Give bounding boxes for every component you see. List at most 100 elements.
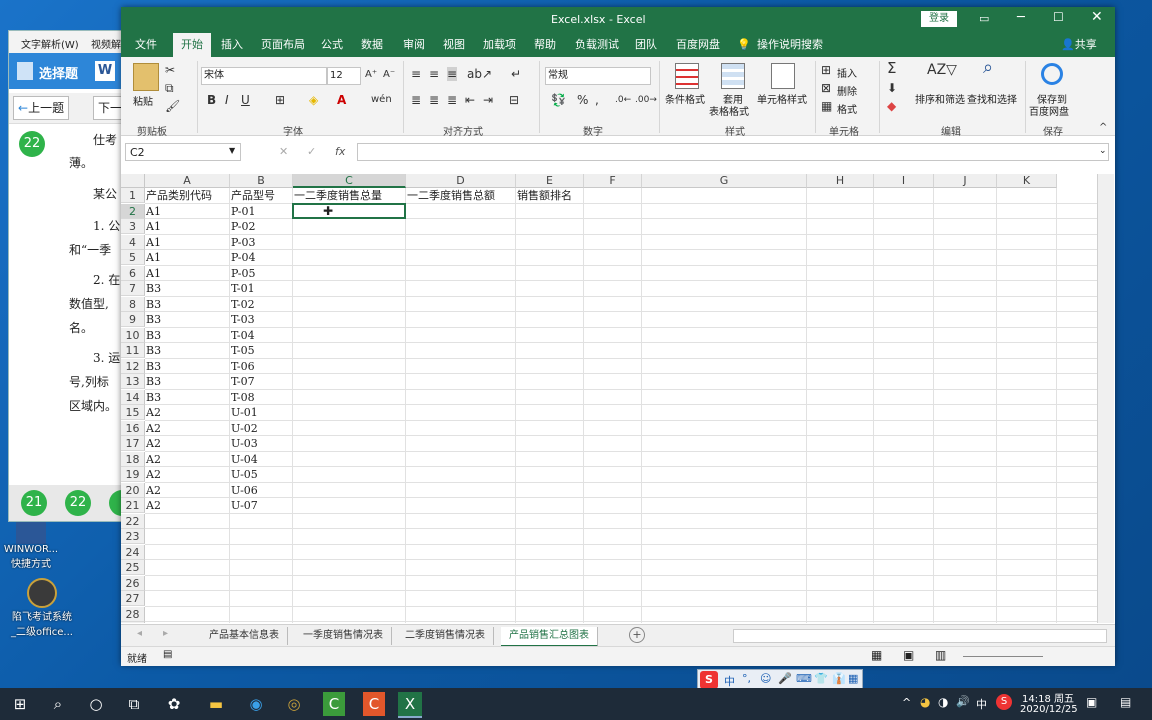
tab-home[interactable]: 开始: [173, 33, 211, 57]
sheet-tab[interactable]: 二季度销售情况表: [397, 627, 494, 645]
tab-insert[interactable]: 插入: [221, 33, 243, 57]
horizontal-scrollbar[interactable]: [733, 629, 1107, 643]
search-icon[interactable]: ⌕: [44, 692, 72, 716]
punctuation-icon[interactable]: °,: [742, 672, 751, 685]
cell[interactable]: A1: [145, 204, 161, 219]
column-header[interactable]: H: [807, 174, 874, 188]
tab-formulas[interactable]: 公式: [321, 33, 343, 57]
align-center-icon[interactable]: ≣: [429, 93, 439, 107]
recorder-icon[interactable]: C: [363, 692, 385, 716]
select-all-corner[interactable]: [121, 174, 145, 188]
row-header[interactable]: 28: [121, 606, 145, 622]
align-right-icon[interactable]: ≣: [447, 93, 457, 107]
conditional-format-button[interactable]: 条件格式: [665, 91, 705, 106]
desktop-icon-winword[interactable]: WINWOR... 快捷方式: [2, 522, 60, 570]
row-header[interactable]: 2: [121, 203, 145, 219]
minimize-icon[interactable]: ─: [1017, 10, 1025, 25]
edge-icon[interactable]: ◉: [242, 692, 270, 716]
fill-icon[interactable]: ⬇: [887, 81, 897, 95]
font-name-select[interactable]: 宋体: [201, 67, 327, 85]
paste-icon[interactable]: [133, 63, 159, 91]
cell[interactable]: B3: [145, 390, 161, 405]
windows-start-icon[interactable]: ⊞: [6, 692, 34, 716]
tell-me-search[interactable]: 操作说明搜索: [757, 33, 823, 57]
row-header[interactable]: 9: [121, 312, 145, 327]
cell[interactable]: P-02: [230, 219, 256, 234]
column-header[interactable]: J: [934, 174, 997, 188]
cell[interactable]: B3: [145, 281, 161, 296]
cut-icon[interactable]: ✂: [165, 63, 175, 77]
exam-menu-video[interactable]: 视频解: [91, 36, 121, 51]
row-header[interactable]: 17: [121, 436, 145, 451]
paste-button[interactable]: 粘贴: [133, 93, 153, 108]
cell[interactable]: 销售额排名: [516, 188, 572, 203]
row-header[interactable]: 20: [121, 482, 145, 498]
cancel-icon[interactable]: ✕: [279, 145, 288, 158]
row-header[interactable]: 10: [121, 327, 145, 343]
cell[interactable]: A2: [145, 498, 161, 513]
sort-filter-button[interactable]: 排序和筛选: [915, 91, 965, 106]
column-header[interactable]: K: [997, 174, 1057, 188]
ime-mode[interactable]: 中: [724, 673, 735, 689]
row-header[interactable]: 7: [121, 281, 145, 296]
row-header[interactable]: 16: [121, 420, 145, 436]
tab-team[interactable]: 团队: [635, 33, 657, 57]
sheet-tab-active[interactable]: 产品销售汇总图表: [501, 627, 598, 647]
sort-filter-icon[interactable]: AZ▽: [927, 63, 957, 77]
row-header[interactable]: 8: [121, 296, 145, 312]
clock-date[interactable]: 2020/12/25: [1020, 704, 1078, 715]
name-box[interactable]: C2: [125, 143, 241, 161]
autosum-icon[interactable]: Σ: [887, 61, 896, 76]
cell[interactable]: U-05: [230, 467, 258, 482]
cell[interactable]: U-04: [230, 452, 258, 467]
bold-icon[interactable]: B: [207, 93, 216, 107]
exam-window[interactable]: 文字解析(W) 视频解 选择题 W ←上一题 下一 22 仕考 薄。 某公 1.…: [8, 30, 133, 522]
row-header[interactable]: 14: [121, 389, 145, 405]
question-21-button[interactable]: 21: [21, 490, 47, 516]
exam-menu-analysis[interactable]: 文字解析(W): [21, 36, 79, 51]
phonetic-icon[interactable]: wén: [371, 93, 392, 107]
cell[interactable]: B3: [145, 312, 161, 327]
baidu-cloud-icon[interactable]: [1041, 63, 1063, 85]
copy-icon[interactable]: ⧉: [165, 81, 174, 95]
vertical-scrollbar[interactable]: [1097, 174, 1114, 623]
comma-icon[interactable]: ,: [595, 93, 599, 107]
underline-icon[interactable]: U: [241, 93, 250, 107]
cell[interactable]: A1: [145, 266, 161, 281]
excel-taskbar-icon[interactable]: X: [398, 692, 422, 718]
question-22-button[interactable]: 22: [65, 490, 91, 516]
cell[interactable]: P-04: [230, 250, 256, 265]
tab-baidu-netdisk[interactable]: 百度网盘: [676, 33, 720, 57]
task-view-icon[interactable]: ⧉: [120, 692, 148, 716]
row-header[interactable]: 3: [121, 219, 145, 234]
skin-icon[interactable]: 👕: [814, 672, 828, 685]
column-header[interactable]: B: [230, 174, 293, 188]
cell[interactable]: B3: [145, 359, 161, 374]
cell[interactable]: U-02: [230, 421, 258, 436]
maximize-icon[interactable]: ☐: [1053, 10, 1064, 24]
sheet-tab[interactable]: 产品基本信息表: [201, 627, 288, 645]
cell[interactable]: 产品型号: [230, 188, 275, 203]
menu-icon[interactable]: ▦: [848, 672, 858, 685]
cell[interactable]: U-07: [230, 498, 258, 513]
volume-icon[interactable]: 🔊: [956, 695, 970, 708]
add-sheet-icon[interactable]: +: [629, 627, 645, 643]
microphone-icon[interactable]: 🎤: [778, 672, 792, 685]
row-header[interactable]: 15: [121, 405, 145, 420]
wrap-text-icon[interactable]: ↵: [511, 67, 521, 81]
cell-style-icon[interactable]: [771, 63, 795, 89]
cell[interactable]: B3: [145, 374, 161, 389]
align-bottom-icon[interactable]: ≡: [447, 67, 458, 81]
cell[interactable]: T-07: [230, 374, 255, 389]
column-header[interactable]: D: [406, 174, 516, 188]
excel-window[interactable]: Excel.xlsx - Excel 登录 ▭ ─ ☐ ✕ 文件 开始 插入 页…: [121, 7, 1115, 666]
cell[interactable]: B3: [145, 328, 161, 343]
clear-icon[interactable]: ◆: [887, 99, 896, 113]
sogou-tray-icon[interactable]: S: [996, 694, 1012, 710]
next-sheet-icon[interactable]: ▸: [163, 628, 168, 639]
decrease-font-icon[interactable]: A⁻: [383, 68, 395, 82]
row-header[interactable]: 22: [121, 513, 145, 529]
merge-center-icon[interactable]: ⊟: [509, 93, 519, 107]
desktop-icon-exam-system[interactable]: 陷飞考试系统 _二级office...: [0, 578, 84, 638]
cell[interactable]: U-03: [230, 436, 258, 451]
